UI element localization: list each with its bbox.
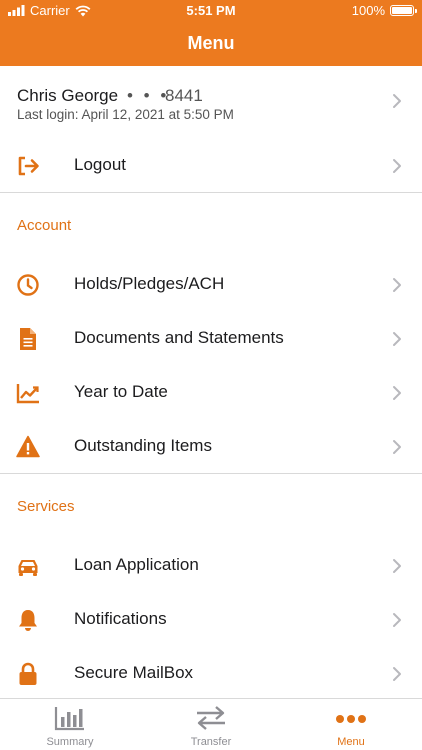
divider (0, 473, 422, 474)
battery-icon (390, 5, 417, 16)
logout-row[interactable]: Logout (0, 139, 422, 193)
menu-item-holds[interactable]: Holds/Pledges/ACH (0, 258, 422, 312)
chevron-right-icon (393, 440, 401, 454)
account-mask: • • • (127, 86, 170, 105)
menu-item-label: Loan Application (74, 555, 199, 574)
status-bar: Carrier 5:51 PM 100% (0, 0, 422, 22)
page-title: Menu (187, 33, 235, 53)
last-login: Last login: April 12, 2021 at 5:50 PM (17, 107, 234, 122)
menu-item-outstanding[interactable]: Outstanding Items (0, 420, 422, 474)
chevron-right-icon (393, 159, 401, 173)
tab-menu[interactable]: Menu (281, 699, 421, 750)
chevron-right-icon (393, 386, 401, 400)
chevron-right-icon (393, 332, 401, 346)
section-heading-services: Services (17, 498, 75, 515)
chart-trend-icon (16, 384, 39, 404)
logout-icon (18, 156, 39, 176)
chevron-right-icon (393, 278, 401, 292)
document-icon (20, 328, 36, 350)
chevron-right-icon (393, 559, 401, 573)
more-dots-icon (336, 715, 366, 723)
profile-row[interactable]: Chris George • • • 8441 Last login: Apri… (0, 66, 422, 134)
transfer-arrows-icon (197, 706, 225, 730)
battery-percent: 100% (351, 3, 385, 18)
bar-chart-icon (54, 707, 84, 731)
tab-bar: Summary Transfer Menu (0, 698, 422, 750)
menu-item-label: Holds/Pledges/ACH (74, 274, 225, 293)
menu-item-mailbox[interactable]: Secure MailBox (0, 647, 422, 698)
section-heading-account: Account (17, 217, 72, 234)
profile-name: Chris George (17, 86, 119, 105)
menu-item-loan[interactable]: Loan Application (0, 539, 422, 593)
divider (0, 192, 422, 193)
menu-list: Chris George • • • 8441 Last login: Apri… (0, 66, 422, 698)
top-bar: Carrier 5:51 PM 100% Menu (0, 0, 422, 66)
menu-item-documents[interactable]: Documents and Statements (0, 312, 422, 366)
menu-item-label: Secure MailBox (74, 663, 194, 682)
warning-icon (16, 435, 40, 458)
chevron-right-icon (393, 613, 401, 627)
car-icon (18, 560, 38, 576)
tab-transfer[interactable]: Transfer (141, 699, 281, 750)
chevron-right-icon (393, 667, 401, 681)
bell-icon (19, 610, 37, 631)
menu-item-notifications[interactable]: Notifications (0, 593, 422, 647)
menu-item-label: Notifications (74, 609, 167, 628)
clock-icon (17, 274, 39, 296)
tab-summary[interactable]: Summary (0, 699, 140, 750)
logout-label: Logout (74, 155, 126, 174)
menu-item-label: Year to Date (74, 382, 168, 401)
menu-item-year-to-date[interactable]: Year to Date (0, 366, 422, 420)
lock-icon (19, 662, 37, 685)
tab-label: Summary (46, 736, 94, 748)
menu-item-label: Documents and Statements (74, 328, 284, 347)
tab-label: Transfer (190, 736, 232, 748)
status-right: 100% (351, 3, 417, 18)
menu-item-label: Outstanding Items (74, 436, 212, 455)
chevron-right-icon (393, 94, 401, 108)
tab-label: Menu (337, 736, 365, 748)
account-suffix: 8441 (165, 86, 203, 105)
